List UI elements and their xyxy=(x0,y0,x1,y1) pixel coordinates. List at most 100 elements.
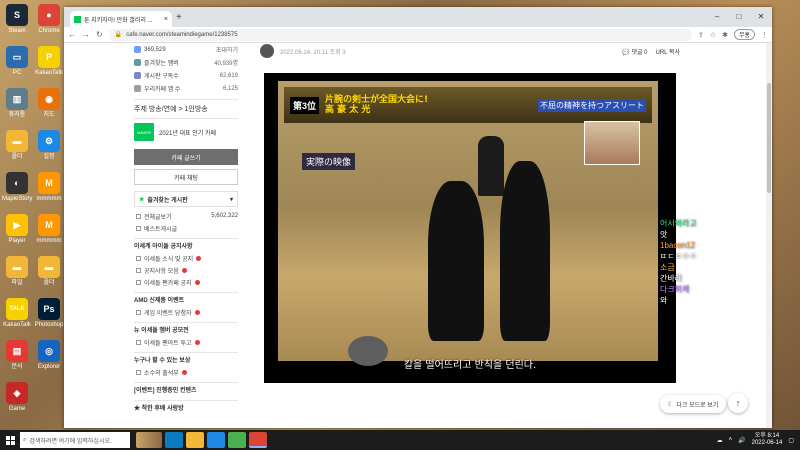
menu-group-title[interactable]: 이세계 아이돌 공지사항 xyxy=(134,238,238,252)
scroll-top-button[interactable]: ↑ xyxy=(728,393,748,413)
desktop-icon[interactable]: Mmmmmm xyxy=(34,172,64,203)
write-post-button[interactable]: 카페 글쓰기 xyxy=(134,149,238,165)
dark-mode-button[interactable]: ☾ 다크 모드로 보기 xyxy=(660,395,727,413)
lock-icon: 🔒 xyxy=(114,32,123,38)
desktop-icon[interactable]: ◎ Explorer xyxy=(34,340,64,371)
desktop-icon[interactable]: Mmmmmm xyxy=(34,214,64,245)
close-tab-icon[interactable]: × xyxy=(164,16,168,23)
desktop-icon[interactable]: ▬ 폴더 xyxy=(34,256,64,287)
menu-group-title[interactable]: [이벤트] 진행중인 컨텐츠 xyxy=(134,382,238,396)
menu-item-name: 소수의 출석부 xyxy=(144,370,179,377)
edge-icon[interactable] xyxy=(165,432,183,448)
menu-item[interactable]: 이세돌 팬카페 공지 xyxy=(134,276,238,288)
desktop-icon-label: Game xyxy=(8,406,26,412)
desktop-icon[interactable]: ⚙ 설정 xyxy=(34,130,64,161)
board-item[interactable]: 전체글보기 5,602,322 xyxy=(134,210,238,222)
desktop-icon[interactable]: ▥ 휴지통 xyxy=(2,88,32,119)
referee-figure xyxy=(478,136,504,196)
menu-dots-icon[interactable]: ⋮ xyxy=(761,31,768,39)
back-icon[interactable]: ← xyxy=(68,30,76,39)
taskbar-search[interactable]: ⌕ 검색하려면 여기에 입력하십시오. xyxy=(20,432,130,448)
page-scrollbar[interactable] xyxy=(766,43,772,428)
notification-icon[interactable]: ▢ xyxy=(788,437,794,444)
scrollbar-thumb[interactable] xyxy=(767,83,771,193)
stream-chat-overlay: 어서와라고 앗 1bacon12 ㄸㄷㅇㅇㅇ 소금 간바레 다크퍼케 와 xyxy=(660,218,697,306)
desktop-icon-label: PC xyxy=(12,70,22,76)
menu-group-title[interactable]: 누구나 할 수 있는 보상 xyxy=(134,352,238,366)
desktop-icon-label: 폴더 xyxy=(11,154,23,160)
app-icon: S xyxy=(6,4,28,26)
clock[interactable]: 오후 8:14 2022-06-14 xyxy=(752,433,783,447)
tab-active[interactable]: 툰 지키자아! 만화 갤러리 ... × xyxy=(70,11,172,27)
desktop-icon-label: KakaoTalk xyxy=(35,70,63,76)
desktop-icon[interactable]: TALK KakaoTalk xyxy=(2,298,32,329)
desktop-icon-label: 파일 xyxy=(11,280,23,286)
menu-item-icon xyxy=(136,279,141,285)
avatar[interactable] xyxy=(260,44,274,58)
chevron-up-icon[interactable]: ˄ xyxy=(729,437,733,443)
menu-item[interactable]: 게임 이벤트 당첨자 xyxy=(134,306,238,318)
favorite-boards-header[interactable]: ★ 즐겨찾는 게시판 ▾ xyxy=(134,191,238,207)
maximize-icon[interactable]: □ xyxy=(728,7,750,25)
explorer-icon[interactable] xyxy=(186,432,204,448)
close-window-icon[interactable]: ✕ xyxy=(750,7,772,25)
volume-icon[interactable]: 🔊 xyxy=(738,437,745,444)
search-placeholder: 검색하려면 여기에 입력하십시오. xyxy=(29,438,112,445)
app-icon: M xyxy=(38,214,60,236)
menu-item[interactable]: 이세돌 소식 및 공지 xyxy=(134,252,238,264)
desktop-icon[interactable]: ◐ MapleStory xyxy=(2,172,32,203)
stat-icon xyxy=(134,72,141,79)
app-icon: ▤ xyxy=(6,340,28,362)
desktop-icon[interactable]: S Steam xyxy=(2,4,32,35)
new-tab-icon[interactable]: + xyxy=(176,12,182,23)
bookmark-star-icon[interactable]: ☆ xyxy=(710,31,716,39)
topic-text[interactable]: 주제 방송/연예 > 1인방송 xyxy=(134,106,208,113)
menu-group-title[interactable]: AMD 신제품 이벤트 xyxy=(134,292,238,306)
menu-item-icon xyxy=(136,267,141,273)
naver-cafe-favicon-icon xyxy=(74,15,81,23)
app-icon[interactable] xyxy=(228,432,246,448)
extensions-icon[interactable]: ✱ xyxy=(722,31,728,39)
minimize-icon[interactable]: – xyxy=(706,7,728,25)
desktop-icon[interactable]: ◈ Game xyxy=(2,382,32,413)
headline-block: 片腕の剣士が全国大会に! 高 豪 太 光 xyxy=(325,95,428,115)
forward-icon[interactable]: → xyxy=(82,30,90,39)
video-player[interactable]: 第3位 片腕の剣士が全国大会に! 高 豪 太 光 不屈の精神を持つアスリート 実… xyxy=(264,73,676,383)
desktop-icon[interactable]: ▭ PC xyxy=(2,46,32,77)
url-field[interactable]: 🔒 cafe.naver.com/steamindiegame/1238575 xyxy=(108,28,692,41)
menu-item[interactable]: 소수의 출석부 xyxy=(134,366,238,378)
moon-icon: ☾ xyxy=(668,401,674,408)
url-copy-button[interactable]: URL 복사 xyxy=(656,47,681,56)
taskview-thumbnail-icon[interactable] xyxy=(136,432,162,448)
reload-icon[interactable]: ↻ xyxy=(96,30,103,39)
start-button[interactable] xyxy=(0,430,20,450)
app-icon: ◉ xyxy=(38,88,60,110)
board-item[interactable]: 베스트게시글 xyxy=(134,222,238,234)
desktop-icon[interactable]: ▬ 파일 xyxy=(2,256,32,287)
desktop-icon[interactable]: ◉ 지도 xyxy=(34,88,64,119)
share-icon[interactable]: ⇪ xyxy=(698,31,704,39)
profile-button[interactable]: 무홍 xyxy=(733,29,755,40)
comment-link[interactable]: 💬 댓글 0 xyxy=(622,47,647,56)
stat-label: 게시판 구독수 xyxy=(144,74,179,80)
menu-item-icon xyxy=(136,255,141,261)
desktop-icon[interactable]: P KakaoTalk xyxy=(34,46,64,77)
chrome-icon[interactable] xyxy=(249,432,267,448)
badge-row: NAVER 2021년 대표 인기 카페 xyxy=(134,118,238,145)
desktop-icon[interactable]: Ps Photoshop xyxy=(34,298,64,329)
menu-item[interactable]: 이세돌 팬아트 투고 xyxy=(134,336,238,348)
menu-group-title[interactable]: ★ 착한 후배 사랑방 xyxy=(134,400,238,414)
cafe-chat-button[interactable]: 카페 채팅 xyxy=(134,169,238,185)
desktop-icon[interactable]: ▶ Player xyxy=(2,214,32,245)
desktop-icon[interactable]: ▤ 문서 xyxy=(2,340,32,371)
menu-item[interactable]: 공지사항 모음 xyxy=(134,264,238,276)
cloud-icon[interactable]: ☁ xyxy=(717,437,723,444)
stat-value[interactable]: 초대하기 xyxy=(216,45,238,54)
desktop-icon[interactable]: ● Chrome xyxy=(34,4,64,35)
app-icon: ● xyxy=(38,4,60,26)
menu-group-title[interactable]: 뉴 이세돌 멤버 공모전 xyxy=(134,322,238,336)
desktop-icon[interactable]: ▬ 폴더 xyxy=(2,130,32,161)
vscode-icon[interactable] xyxy=(207,432,225,448)
app-icon: ▬ xyxy=(6,130,28,152)
menu-group: 누구나 할 수 있는 보상소수의 출석부 xyxy=(134,352,238,378)
